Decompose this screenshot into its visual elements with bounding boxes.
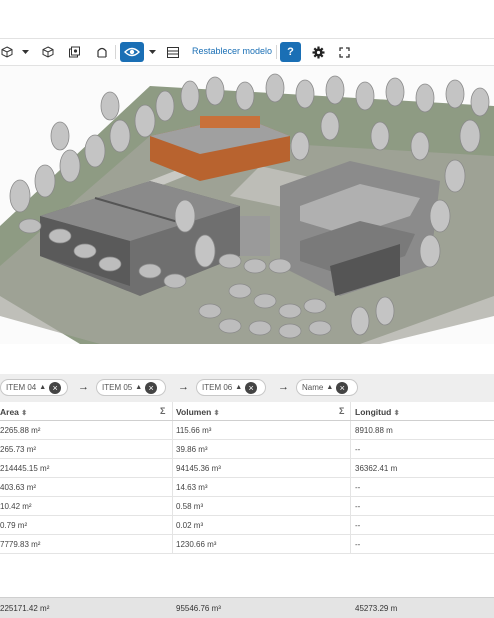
cube-icon[interactable] xyxy=(0,42,14,62)
cell-longitud: -- xyxy=(355,483,361,492)
group-chip-item06[interactable]: ITEM 06 ▲ × xyxy=(196,379,266,396)
table-row[interactable]: 0.79 m² 0.02 m³ -- xyxy=(0,516,494,535)
column-header-area[interactable]: Area ⬍ xyxy=(0,407,27,417)
sort-up-icon[interactable]: ▲ xyxy=(39,384,46,391)
column-divider xyxy=(350,516,351,534)
sum-icon[interactable]: Σ xyxy=(160,406,165,416)
table-row[interactable]: 2265.88 m² 115.66 m³ 8910.88 m xyxy=(0,421,494,440)
cell-volumen: 14.63 m³ xyxy=(176,483,208,492)
sum-icon[interactable]: Σ xyxy=(339,406,344,416)
group-chip-item04[interactable]: ITEM 04 ▲ × xyxy=(0,379,68,396)
chevron-down-icon[interactable] xyxy=(20,42,30,62)
table-row[interactable]: 403.63 m² 14.63 m³ -- xyxy=(0,478,494,497)
arrow-right-icon: → xyxy=(278,381,289,393)
gear-icon[interactable] xyxy=(310,42,326,62)
cell-area: 0.79 m² xyxy=(0,521,28,530)
totals-row: 225171.42 m² 95546.76 m³ 45273.29 m xyxy=(0,597,494,618)
column-divider xyxy=(172,535,173,553)
cell-longitud: -- xyxy=(355,521,361,530)
table-row[interactable]: 10.42 m² 0.58 m³ -- xyxy=(0,497,494,516)
model-3d-viewer[interactable] xyxy=(0,66,494,344)
group-chip-label: ITEM 05 xyxy=(102,383,133,392)
cell-longitud: -- xyxy=(355,540,361,549)
help-icon[interactable]: ? xyxy=(280,42,301,62)
total-volumen: 95546.76 m³ xyxy=(176,604,221,613)
column-divider xyxy=(350,478,351,496)
column-header-longitud[interactable]: Longitud ⬍ xyxy=(355,407,400,417)
table-row[interactable]: 214445.15 m² 94145.36 m³ 36362.41 m xyxy=(0,459,494,478)
arch-icon[interactable] xyxy=(94,42,110,62)
group-chip-label: Name xyxy=(302,383,324,392)
viewer-toolbar: Restablecer modelo ? xyxy=(0,38,494,66)
eye-icon[interactable] xyxy=(120,42,144,62)
cell-volumen: 94145.36 m³ xyxy=(176,464,221,473)
column-divider xyxy=(350,535,351,553)
cell-area: 403.63 m² xyxy=(0,483,37,492)
cell-area: 2265.88 m² xyxy=(0,426,41,435)
cell-area: 7779.83 m² xyxy=(0,540,41,549)
column-divider xyxy=(172,516,173,534)
cell-longitud: -- xyxy=(355,445,361,454)
sort-icon[interactable]: ⬍ xyxy=(21,410,27,417)
sort-up-icon[interactable]: ▲ xyxy=(326,384,333,391)
cell-volumen: 0.58 m³ xyxy=(176,502,204,511)
reset-model-button[interactable]: Restablecer modelo xyxy=(192,46,272,56)
sort-icon[interactable]: ⬍ xyxy=(214,410,220,417)
cell-volumen: 1230.66 m³ xyxy=(176,540,217,549)
cell-volumen: 39.86 m³ xyxy=(176,445,208,454)
cell-longitud: 8910.88 m xyxy=(355,426,393,435)
remove-chip-icon[interactable]: × xyxy=(49,381,62,394)
column-divider xyxy=(350,421,351,439)
column-divider xyxy=(350,497,351,515)
total-area: 225171.42 m² xyxy=(0,604,50,613)
cell-volumen: 115.66 m³ xyxy=(176,426,212,435)
table-header: Area ⬍ Σ Volumen ⬍ Σ Longitud ⬍ xyxy=(0,402,494,421)
cell-area: 265.73 m² xyxy=(0,445,37,454)
site-model-render xyxy=(0,73,494,344)
toolbar-separator xyxy=(115,45,116,59)
cell-longitud: 36362.41 m xyxy=(355,464,398,473)
toolbar-separator xyxy=(276,45,277,59)
grouping-bar: ITEM 04 ▲ × → ITEM 05 ▲ × → ITEM 06 ▲ × … xyxy=(0,374,494,402)
chevron-down-icon[interactable] xyxy=(147,42,157,62)
layers-icon[interactable] xyxy=(66,42,82,62)
table-icon[interactable] xyxy=(166,42,180,62)
cell-volumen: 0.02 m³ xyxy=(176,521,204,530)
total-longitud: 45273.29 m xyxy=(355,604,398,613)
remove-chip-icon[interactable]: × xyxy=(245,381,258,394)
sort-icon[interactable]: ⬍ xyxy=(394,410,400,417)
arrow-right-icon: → xyxy=(178,381,189,393)
cell-area: 214445.15 m² xyxy=(0,464,50,473)
column-divider xyxy=(172,497,173,515)
remove-chip-icon[interactable]: × xyxy=(145,381,158,394)
fullscreen-icon[interactable] xyxy=(336,42,352,62)
column-divider xyxy=(172,478,173,496)
sort-up-icon[interactable]: ▲ xyxy=(235,384,242,391)
group-chip-label: ITEM 06 xyxy=(202,383,233,392)
group-chip-label: ITEM 04 xyxy=(6,383,37,392)
cell-longitud: -- xyxy=(355,502,361,511)
column-divider xyxy=(172,421,173,439)
table-row[interactable]: 265.73 m² 39.86 m³ -- xyxy=(0,440,494,459)
top-blank-area xyxy=(0,0,494,38)
arrow-right-icon: → xyxy=(78,381,89,393)
column-divider[interactable] xyxy=(172,402,173,420)
column-divider xyxy=(172,440,173,458)
column-divider xyxy=(172,459,173,477)
group-chip-item05[interactable]: ITEM 05 ▲ × xyxy=(96,379,166,396)
table-row[interactable]: 7779.83 m² 1230.66 m³ -- xyxy=(0,535,494,554)
column-divider xyxy=(350,440,351,458)
column-divider xyxy=(350,459,351,477)
column-divider[interactable] xyxy=(350,402,351,420)
remove-chip-icon[interactable]: × xyxy=(336,381,349,394)
cell-area: 10.42 m² xyxy=(0,502,32,511)
sort-up-icon[interactable]: ▲ xyxy=(135,384,142,391)
column-header-volumen[interactable]: Volumen ⬍ xyxy=(176,407,220,417)
box-icon[interactable] xyxy=(40,42,56,62)
group-chip-name[interactable]: Name ▲ × xyxy=(296,379,358,396)
